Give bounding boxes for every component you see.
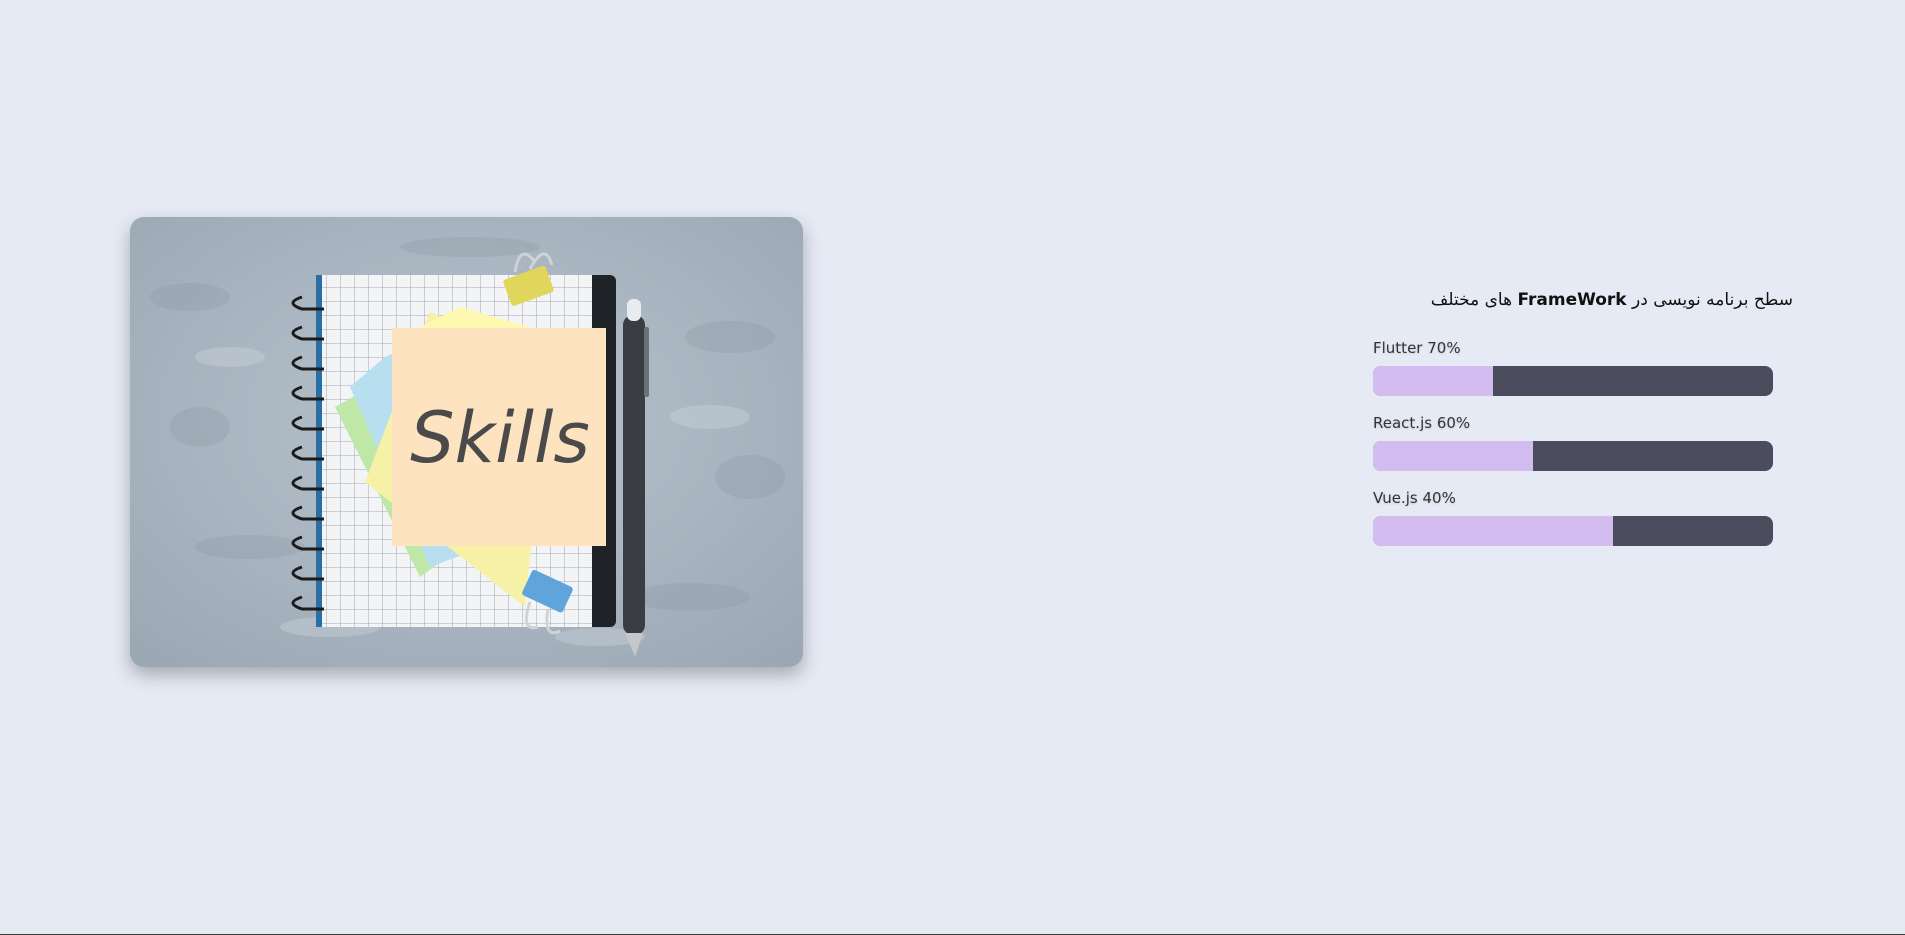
skill-label: Vue.js 40% xyxy=(1373,489,1456,507)
skills-title-suffix: های مختلف xyxy=(1430,290,1518,310)
page: Skills سطح برنامه نویسی در FrameWork های… xyxy=(0,0,1905,935)
note-text: Skills xyxy=(410,397,590,479)
skills-photo: Skills xyxy=(130,217,803,667)
skills-title-prefix: سطح برنامه نویسی در xyxy=(1626,290,1793,310)
skill-item-react: React.js 60% xyxy=(1373,413,1773,471)
skill-progress-bar xyxy=(1373,366,1773,396)
skill-progress-bar xyxy=(1373,441,1773,471)
skills-panel: سطح برنامه نویسی در FrameWork های مختلف … xyxy=(1373,290,1793,563)
skills-title-bold: FrameWork xyxy=(1517,290,1627,310)
skill-progress-bar xyxy=(1373,516,1773,546)
skills-title: سطح برنامه نویسی در FrameWork های مختلف xyxy=(1373,290,1793,314)
skills-notebook-illustration: Skills xyxy=(130,217,803,667)
skill-item-flutter: Flutter 70% xyxy=(1373,338,1773,396)
skill-item-vue: Vue.js 40% xyxy=(1373,488,1773,546)
skill-progress-fill xyxy=(1373,366,1493,396)
skill-progress-fill xyxy=(1373,441,1533,471)
skill-progress-fill xyxy=(1373,516,1613,546)
skill-label: React.js 60% xyxy=(1373,414,1471,432)
skill-label: Flutter 70% xyxy=(1373,339,1461,357)
